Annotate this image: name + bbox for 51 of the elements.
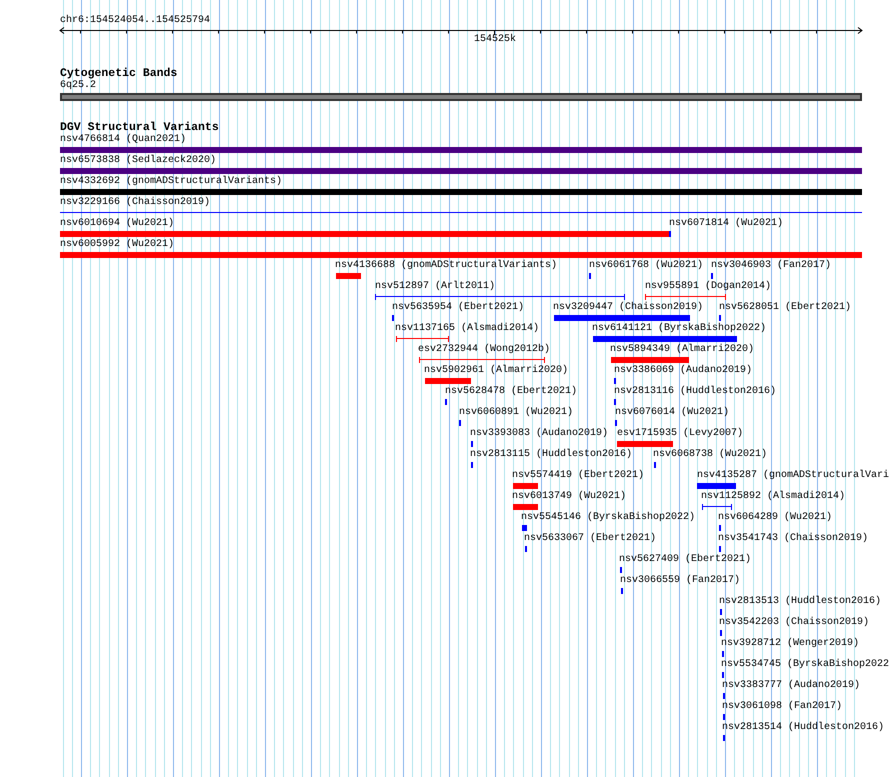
variant-label: nsv3541743 (Chaisson2019) xyxy=(718,534,868,544)
variant-label: nsv3061098 (Fan2017) xyxy=(722,702,842,712)
variant-label: nsv3046903 (Fan2017) xyxy=(711,261,832,271)
variant-label: nsv3393083 (Audano2019) xyxy=(470,429,608,439)
ruler-tick-label: 154525k xyxy=(474,35,516,45)
variant-label: nsv5534745 (ByrskaBishop2022 xyxy=(721,660,890,670)
variant-label: nsv512897 (Arlt2011) xyxy=(375,282,496,292)
variant-label: nsv3542203 (Chaisson2019) xyxy=(719,618,870,628)
variant-label: nsv5628051 (Ebert2021) xyxy=(719,303,852,313)
variant-label: nsv6013749 (Wu2021) xyxy=(512,492,626,502)
variant-label: nsv6076014 (Wu2021) xyxy=(615,408,730,418)
variant-label: nsv6010694 (Wu2021) xyxy=(60,219,174,229)
variant-label: nsv3066559 (Fan2017) xyxy=(620,576,740,586)
variant-label: nsv5627409 (Ebert2021) xyxy=(619,555,752,565)
variant-label: nsv2813116 (Huddleston2016) xyxy=(614,387,776,397)
variant-label: nsv2813115 (Huddleston2016) xyxy=(470,450,632,460)
variant-label: nsv6064289 (Wu2021) xyxy=(718,513,832,523)
variant-label: nsv3383777 (Audano2019) xyxy=(722,681,860,691)
track-title: Cytogenetic Bands xyxy=(60,68,178,79)
track-title: DGV Structural Variants xyxy=(60,122,219,133)
variant-label: nsv4135287 (gnomADStructuralVari xyxy=(697,471,890,481)
variant-label: nsv955891 (Dogan2014) xyxy=(645,282,772,292)
variant-label: nsv5633067 (Ebert2021) xyxy=(524,534,656,544)
variant-label: nsv6071814 (Wu2021) xyxy=(669,219,784,229)
variant-label: nsv5574419 (Ebert2021) xyxy=(512,471,644,481)
variant-label: nsv3209447 (Chaisson2019) xyxy=(553,303,704,313)
ruler-location: chr6:154524054..154525794 xyxy=(60,16,210,26)
variant-label: nsv6060891 (Wu2021) xyxy=(459,408,574,418)
variant-label: nsv1125892 (Alsmadi2014) xyxy=(701,492,846,502)
variant-label: nsv1137165 (Alsmadi2014) xyxy=(395,324,540,334)
variant-label: nsv2813514 (Huddleston2016) xyxy=(722,723,884,733)
variant-label: nsv2813513 (Huddleston2016) xyxy=(719,597,882,607)
variant-label: nsv5628478 (Ebert2021) xyxy=(445,387,578,397)
variant-label: nsv3928712 (Wenger2019) xyxy=(721,639,860,649)
variant-label: nsv6005992 (Wu2021) xyxy=(60,240,174,250)
variant-label: nsv4136688 (gnomADStructuralVariants) xyxy=(335,261,558,271)
variant-label: nsv6068738 (Wu2021) xyxy=(653,450,768,460)
variant-label: nsv6141121 (ByrskaBishop2022) xyxy=(592,324,766,334)
variant-label: nsv3229166 (Chaisson2019) xyxy=(60,198,210,208)
variant-label: nsv5902961 (Almarri2020) xyxy=(424,366,568,376)
variant-label: esv1715935 (Levy2007) xyxy=(617,429,744,439)
variant-label: nsv5635954 (Ebert2021) xyxy=(392,303,524,313)
variant-label: nsv5545146 (ByrskaBishop2022) xyxy=(521,513,696,523)
band-label: 6q25.2 xyxy=(60,81,96,91)
variant-label: nsv4766814 (Quan2021) xyxy=(60,135,186,145)
variant-label: esv2732944 (Wong2012b) xyxy=(418,345,550,355)
variant-label: nsv5894349 (Almarri2020) xyxy=(610,345,754,355)
variant-label: nsv4332692 (gnomADStructuralVariants) xyxy=(60,177,282,187)
variant-label: nsv6061768 (Wu2021) xyxy=(589,261,704,271)
variant-label: nsv3386069 (Audano2019) xyxy=(614,366,752,376)
variant-label: nsv6573838 (Sedlazeck2020) xyxy=(60,156,216,166)
